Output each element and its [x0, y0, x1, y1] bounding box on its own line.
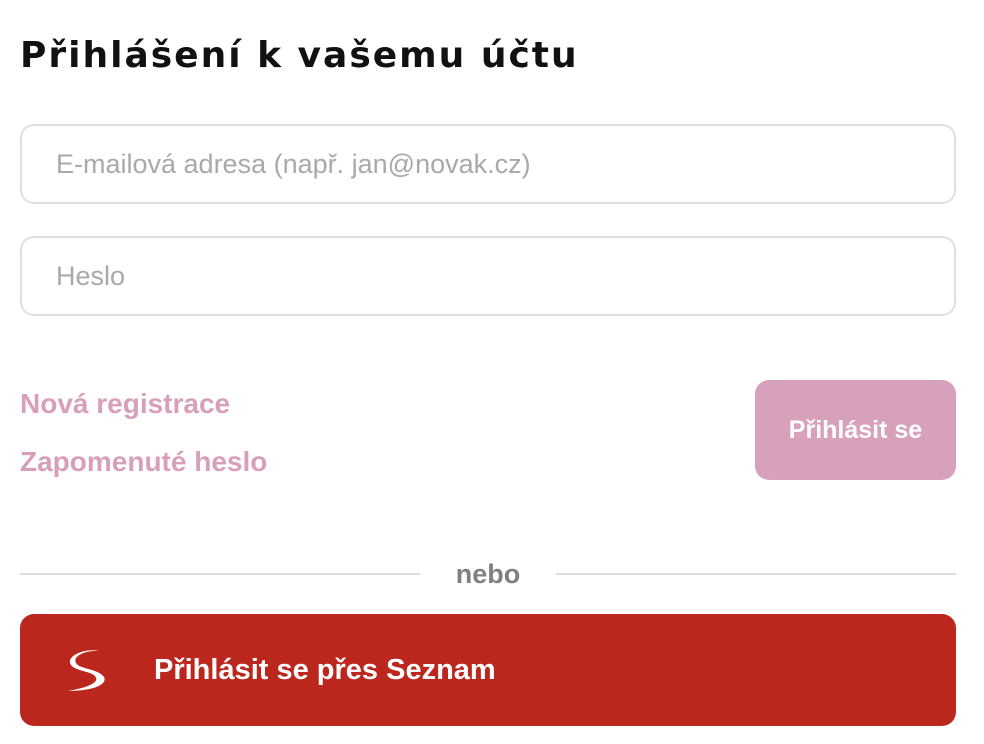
seznam-logo-icon — [68, 650, 105, 691]
page-title: Přihlášení k vašemu účtu — [20, 35, 579, 76]
register-link[interactable]: Nová registrace — [20, 384, 230, 424]
seznam-login-button[interactable]: Přihlásit se přes Seznam — [20, 614, 956, 726]
forgot-password-link[interactable]: Zapomenuté heslo — [20, 442, 267, 482]
login-page: Přihlášení k vašemu účtu Nová registrace… — [0, 0, 984, 744]
password-field[interactable] — [20, 236, 956, 316]
divider-label: nebo — [455, 559, 521, 589]
divider-line-left — [20, 573, 420, 575]
divider-line-right — [556, 573, 956, 575]
email-field[interactable] — [20, 124, 956, 204]
seznam-login-label: Přihlásit se přes Seznam — [154, 654, 496, 686]
login-button[interactable]: Přihlásit se — [755, 380, 956, 480]
